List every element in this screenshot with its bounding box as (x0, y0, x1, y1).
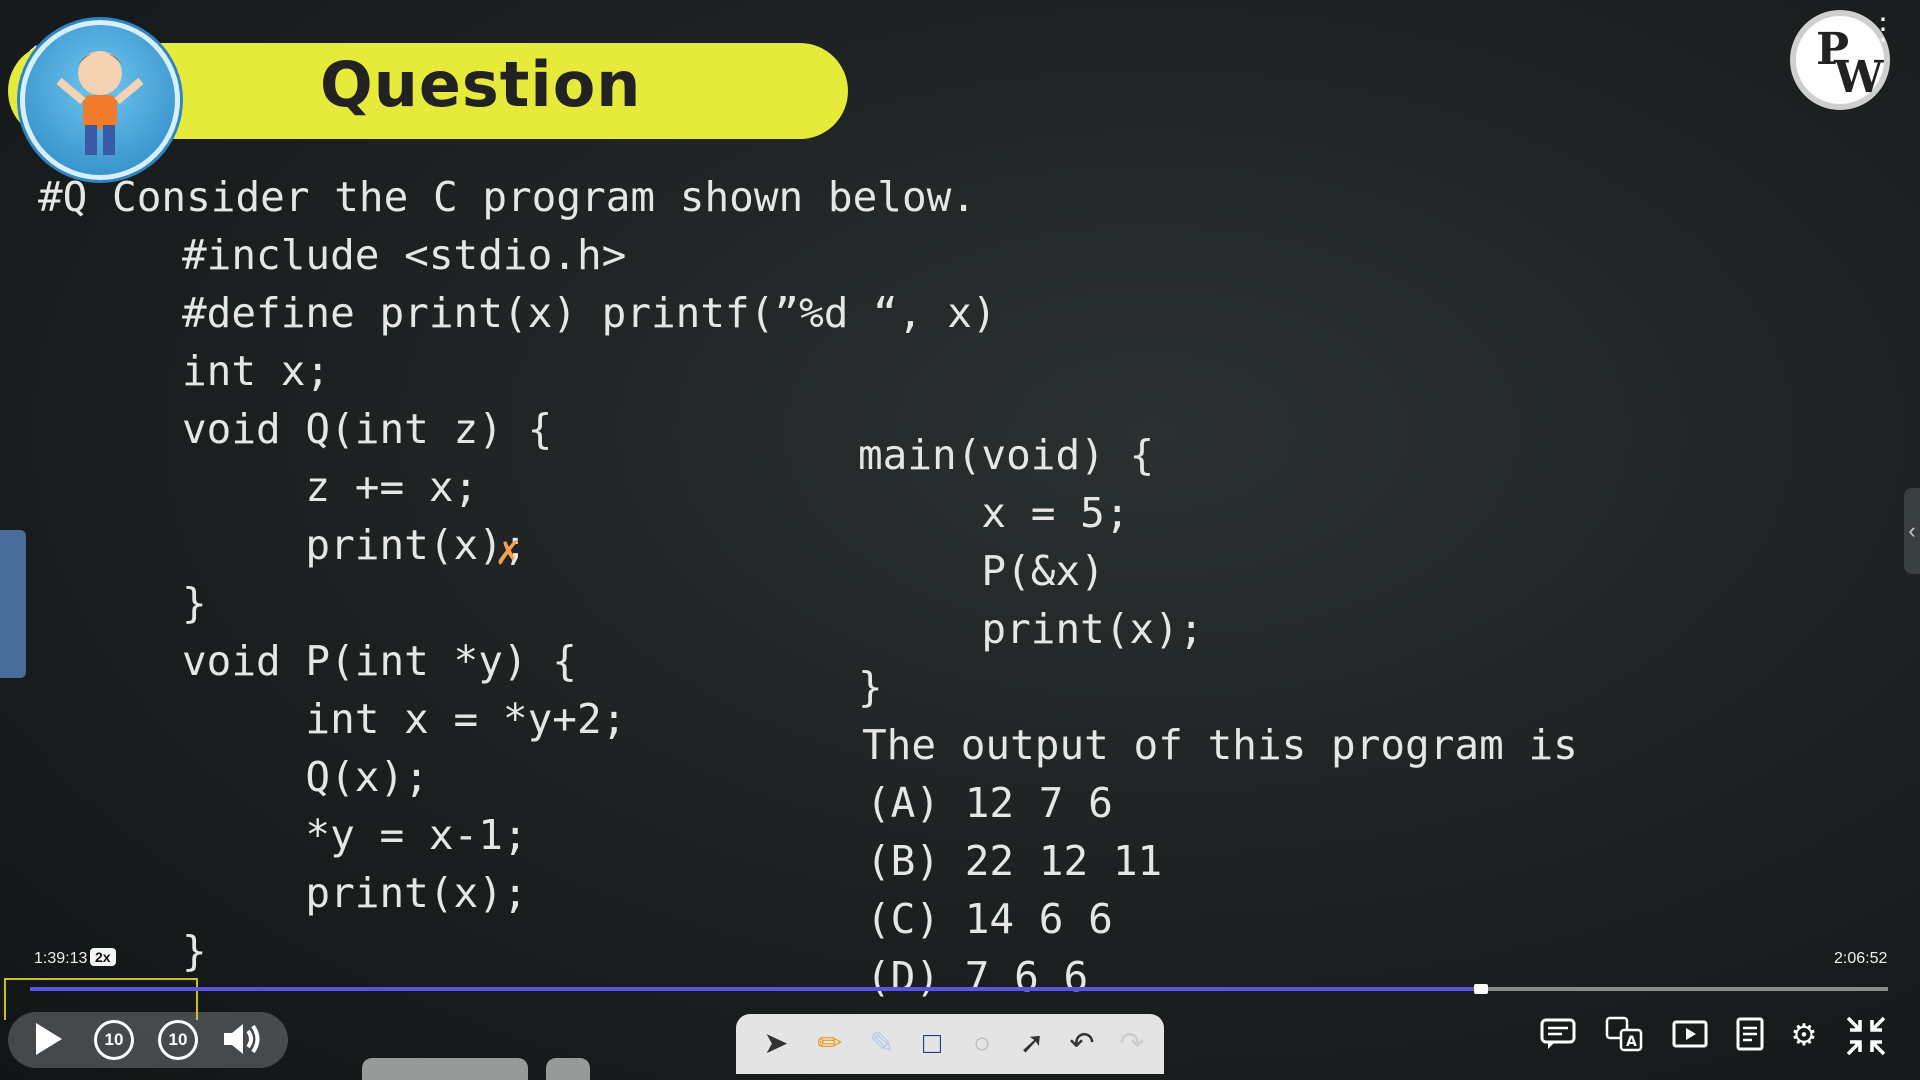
pen-tool-icon[interactable]: ✏ (810, 1024, 850, 1064)
code-line-12: print(x); (182, 869, 528, 917)
drawing-toolbar: ➤ ✏ ✎ □ ○ ➚ ↶ ↷ (736, 1014, 1164, 1074)
progress-fill (30, 987, 1482, 991)
redo-icon[interactable]: ↷ (1112, 1024, 1152, 1064)
page-title: Question (320, 48, 642, 121)
option-b: (B) 22 12 11 (866, 837, 1163, 885)
undo-icon[interactable]: ↶ (1062, 1024, 1102, 1064)
code-line-2: #define print(x) printf(”%d “, x) (182, 289, 997, 337)
toolbar-tab (362, 1058, 528, 1080)
exit-fullscreen-icon[interactable] (1844, 1014, 1888, 1058)
picture-in-picture-icon[interactable] (1668, 1014, 1712, 1058)
code-line-9: int x = *y+2; (182, 695, 627, 743)
notes-icon[interactable] (1728, 1014, 1772, 1058)
code-line-7: } (182, 579, 207, 627)
collapse-panel-chevron-icon[interactable]: ‹ (1904, 488, 1920, 574)
eraser-tool-icon[interactable]: ○ (962, 1024, 1002, 1064)
playback-speed-badge[interactable]: 2x (90, 948, 116, 966)
code-line-8: void P(int *y) { (182, 637, 577, 685)
rectangle-tool-icon[interactable]: □ (912, 1024, 952, 1064)
question-prompt: #Q Consider the C program shown below. (38, 173, 976, 221)
highlighter-tool-icon[interactable]: ✎ (862, 1024, 902, 1064)
output-prompt: The output of this program is (862, 721, 1578, 769)
option-c: (C) 14 6 6 (866, 895, 1113, 943)
progress-handle[interactable] (1474, 984, 1489, 994)
main-code-line-2: x = 5; (858, 489, 1130, 537)
code-line-10: Q(x); (182, 753, 429, 801)
more-options-icon[interactable]: ⋮ (1868, 15, 1898, 45)
laser-tool-icon[interactable]: ➚ (1012, 1024, 1052, 1064)
main-code-line-5: } (858, 663, 883, 711)
forward-label: 10 (168, 1030, 188, 1049)
volume-icon[interactable] (216, 1014, 266, 1064)
rewind-label: 10 (104, 1030, 124, 1049)
option-a: (A) 12 7 6 (866, 779, 1113, 827)
chat-icon[interactable] (1536, 1014, 1580, 1058)
mascot-avatar (20, 20, 180, 180)
play-icon[interactable] (22, 1014, 72, 1064)
code-line-1: #include <stdio.h> (182, 231, 627, 279)
rewind-10-button[interactable]: 10 (94, 1020, 134, 1060)
progress-bar[interactable] (30, 984, 1888, 994)
code-line-6: print(x); (182, 521, 528, 569)
toolbar-tab-small (546, 1058, 590, 1080)
code-line-4: void Q(int z) { (182, 405, 553, 453)
forward-10-button[interactable]: 10 (158, 1020, 198, 1060)
pointer-tool-icon[interactable]: ➤ (756, 1024, 796, 1064)
translate-icon[interactable]: A (1602, 1014, 1646, 1058)
main-code-line-4: print(x); (858, 605, 1204, 653)
code-line-11: *y = x-1; (182, 811, 528, 859)
gear-icon[interactable]: ⚙ (1782, 1014, 1826, 1058)
svg-text:A: A (1626, 1034, 1637, 1050)
code-line-3: int x; (182, 347, 331, 395)
main-code-line-3: P(&x) (858, 547, 1105, 595)
code-line-5: z += x; (182, 463, 479, 511)
total-duration: 2:06:52 (1834, 950, 1888, 967)
left-side-tab[interactable] (0, 530, 26, 678)
current-time: 1:39:13 (34, 950, 88, 967)
code-line-13: } (182, 927, 207, 975)
option-d: (D) 7 6 6 (866, 953, 1089, 1001)
annotation-mark: ✗ (496, 528, 521, 574)
logo-letter-w: W (1834, 52, 1884, 103)
main-code-line-1: main(void) { (858, 431, 1155, 479)
